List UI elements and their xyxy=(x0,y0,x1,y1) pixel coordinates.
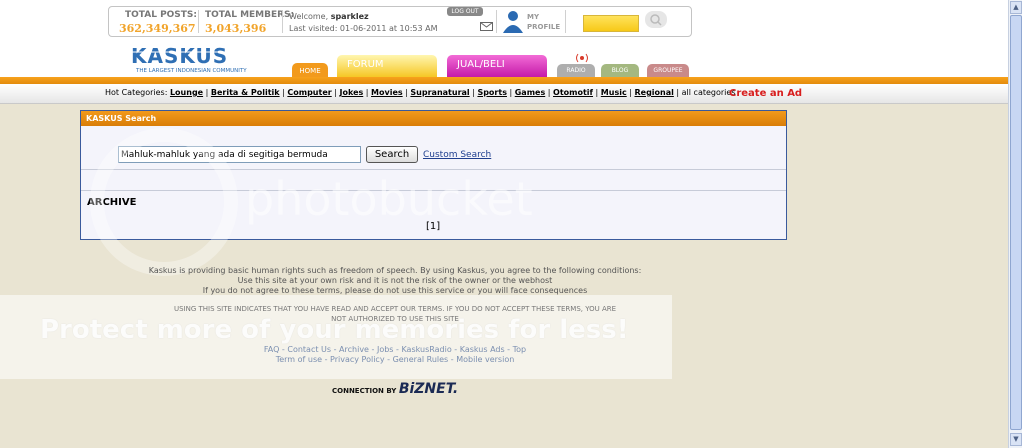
logout-button[interactable]: LOG OUT xyxy=(447,7,483,16)
scroll-down-button[interactable]: ▼ xyxy=(1010,433,1022,446)
divider xyxy=(496,10,497,33)
custom-search-link[interactable]: Custom Search xyxy=(423,150,491,160)
stats-box: TOTAL POSTS: 362,349,367 TOTAL MEMBERS: … xyxy=(108,6,692,37)
footer-link-terms[interactable]: Term of use xyxy=(276,355,322,364)
vertical-scrollbar[interactable]: ▲ ▼ xyxy=(1008,0,1022,448)
category-link[interactable]: Computer xyxy=(287,88,331,97)
logo-tagline: THE LARGEST INDONESIAN COMMUNITY xyxy=(135,68,247,74)
category-link[interactable]: Games xyxy=(515,88,546,97)
category-link[interactable]: Sports xyxy=(477,88,507,97)
header-search-input[interactable] xyxy=(583,15,639,32)
divider xyxy=(198,10,199,33)
tab-home[interactable]: HOME xyxy=(292,63,328,77)
footer-links-row: Term of use - Privacy Policy - General R… xyxy=(275,355,515,364)
category-link[interactable]: Otomotif xyxy=(553,88,593,97)
footer-link-archive[interactable]: Archive xyxy=(339,345,369,354)
username-link[interactable]: sparklez xyxy=(331,12,369,21)
footer-link-privacy[interactable]: Privacy Policy xyxy=(330,355,385,364)
category-link[interactable]: Regional xyxy=(634,88,673,97)
magnifier-icon xyxy=(650,14,662,26)
create-ad-link[interactable]: Create an Ad xyxy=(729,88,802,99)
hot-categories: Hot Categories: Lounge | Berita & Politi… xyxy=(105,88,736,97)
total-members-label: TOTAL MEMBERS: xyxy=(205,10,295,20)
tab-radio[interactable]: RADIO xyxy=(557,64,595,77)
photobucket-watermark: photobucket xyxy=(245,172,533,226)
kaskus-logo[interactable]: KASKUS THE LARGEST INDONESIAN COMMUNITY xyxy=(128,44,258,74)
protect-watermark: Protect more of your memories for less! xyxy=(40,315,629,345)
tab-forum[interactable]: FORUM xyxy=(337,55,437,77)
category-link[interactable]: Movies xyxy=(371,88,403,97)
footer-link-top[interactable]: Top xyxy=(513,345,527,354)
footer-link-radio[interactable]: KaskusRadio xyxy=(401,345,451,354)
divider xyxy=(282,10,283,33)
mail-icon[interactable] xyxy=(480,22,493,31)
footer-link-rules[interactable]: General Rules xyxy=(393,355,449,364)
last-visited: Last visited: 01-06-2011 at 10:53 AM xyxy=(289,24,438,33)
hot-categories-bar: Hot Categories: Lounge | Berita & Politi… xyxy=(0,84,1008,104)
total-posts-value: 362,349,367 xyxy=(119,22,196,35)
hot-categories-label: Hot Categories: xyxy=(105,88,168,97)
footer-link-ads[interactable]: Kaskus Ads xyxy=(460,345,505,354)
terms-line: USING THIS SITE INDICATES THAT YOU HAVE … xyxy=(173,305,617,313)
footer-link-jobs[interactable]: Jobs xyxy=(377,345,394,354)
footer-link-faq[interactable]: FAQ xyxy=(264,345,280,354)
tab-groupee[interactable]: GROUPEE xyxy=(647,64,689,77)
category-link[interactable]: Lounge xyxy=(170,88,203,97)
category-link[interactable]: Music xyxy=(601,88,627,97)
my-profile-link[interactable]: MY PROFILE xyxy=(527,12,560,32)
all-categories-link[interactable]: all categories xyxy=(682,88,736,97)
scroll-up-button[interactable]: ▲ xyxy=(1010,1,1022,14)
category-link[interactable]: Berita & Politik xyxy=(211,88,280,97)
search-button[interactable]: Search xyxy=(366,146,418,163)
connection-by-biznet[interactable]: CONNECTION BY BiZNET. xyxy=(332,381,458,397)
watermark-logo xyxy=(90,128,238,276)
tab-jual-beli[interactable]: JUAL/BELI xyxy=(447,55,547,77)
divider xyxy=(565,10,566,33)
footer-link-contact[interactable]: Contact Us xyxy=(287,345,331,354)
nav-bar xyxy=(0,77,1008,84)
total-posts-label: TOTAL POSTS: xyxy=(125,10,198,20)
category-link[interactable]: Jokes xyxy=(339,88,363,97)
search-panel-title: KASKUS Search xyxy=(81,111,786,126)
header-search-button[interactable] xyxy=(645,11,667,28)
disclaimer-line: Use this site at your own risk and it is… xyxy=(237,276,553,285)
profile-avatar-icon[interactable] xyxy=(501,9,525,33)
welcome-text: Welcome, sparklez xyxy=(289,12,369,21)
disclaimer-line: Kaskus is providing basic human rights s… xyxy=(148,266,642,275)
total-members-value: 3,043,396 xyxy=(205,22,267,35)
category-link[interactable]: Supranatural xyxy=(410,88,469,97)
footer-link-mobile[interactable]: Mobile version xyxy=(456,355,514,364)
logo-text: KASKUS xyxy=(131,44,228,68)
radio-antenna-icon xyxy=(576,53,588,63)
scroll-thumb[interactable] xyxy=(1010,15,1022,430)
tab-blog[interactable]: BLOG xyxy=(601,64,639,77)
